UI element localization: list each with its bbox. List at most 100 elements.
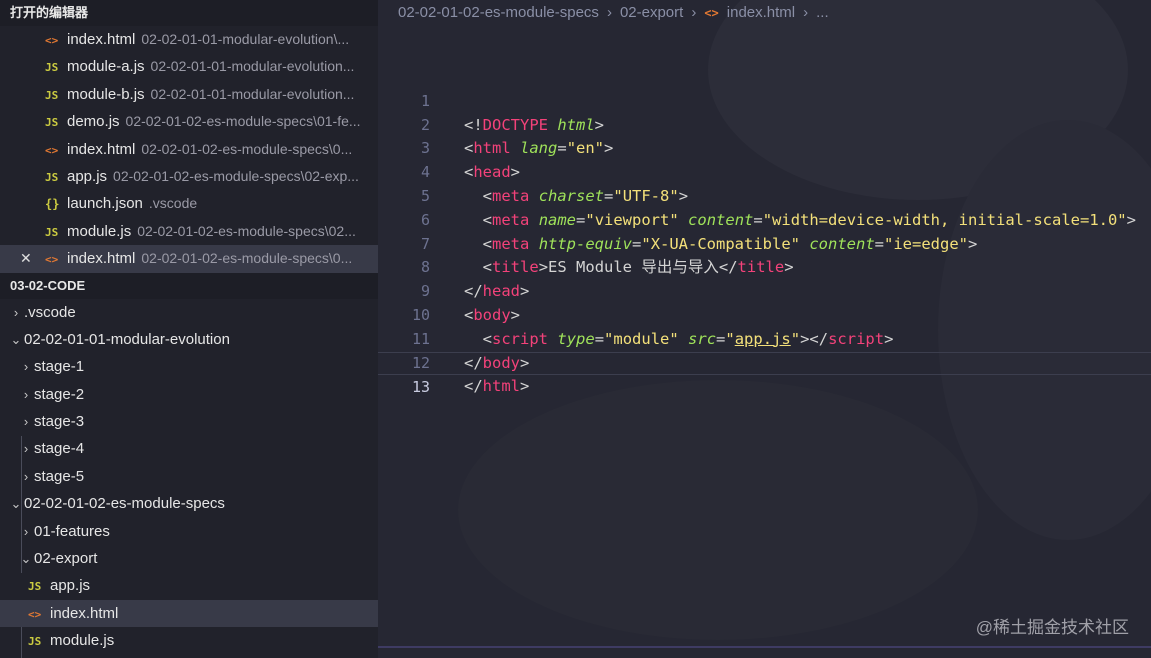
open-editor-name: index.html	[67, 31, 136, 48]
open-editor-item[interactable]: JS module-a.js 02-02-01-01-modular-evoluti…	[0, 53, 378, 80]
tree-folder-label: stage-5	[34, 467, 85, 485]
close-icon[interactable]: ✕	[20, 245, 32, 272]
json-file-icon: {}	[45, 197, 60, 212]
tree-folder-label: 02-02-01-02-es-module-specs	[24, 495, 225, 513]
tree-file-label: index.html	[50, 604, 119, 622]
code-line-current[interactable]: 13	[378, 351, 1151, 396]
open-editor-name: module-a.js	[67, 58, 145, 76]
tree-folder-label: stage-2	[34, 385, 85, 403]
tree-folder-label: .vscode	[24, 303, 76, 321]
tree-folder[interactable]: ⌄ 02-02-01-02-es-module-specs	[0, 490, 378, 517]
chevron-right-icon: ›	[23, 441, 29, 457]
open-editor-path: 02-02-01-02-es-module-specs\01-fe...	[125, 113, 361, 130]
open-editor-name: index.html	[67, 140, 136, 158]
tree-folder-label: 02-export	[34, 550, 98, 568]
open-editor-path: 02-02-01-02-es-module-specs\0...	[141, 250, 353, 267]
breadcrumb-folder[interactable]: 02-export	[620, 4, 683, 21]
panel-border	[378, 646, 1151, 648]
open-editor-path: 02-02-01-01-modular-evolution...	[150, 58, 355, 75]
chevron-down-icon: ⌄	[10, 496, 22, 512]
html-file-icon: <>	[45, 253, 59, 267]
open-editor-item[interactable]: {} launch.json .vscode	[0, 190, 378, 217]
open-editors-title: 打开的编辑器	[10, 5, 89, 20]
tree-folder[interactable]: › stage-2	[0, 381, 378, 408]
tree-folder[interactable]: › 01-features	[0, 518, 378, 545]
open-editor-item[interactable]: JS module-b.js 02-02-01-01-modular-evoluti…	[0, 81, 378, 108]
open-editor-path: 02-02-01-02-es-module-specs\02...	[137, 222, 356, 239]
code-line: 5 <meta name="viewport" content="width=d…	[378, 161, 1151, 229]
js-file-icon: JS	[28, 635, 42, 649]
tree-file-label: module.js	[50, 632, 115, 650]
tree-folder-label: stage-4	[34, 440, 85, 458]
code-line: 7 <title>ES Module 导出与导入</title>	[378, 209, 1151, 277]
open-editor-item[interactable]: JS demo.js 02-02-01-02-es-module-specs\01-…	[0, 108, 378, 135]
tree-folder[interactable]: ⌄ 02-export	[0, 545, 378, 572]
code-line: 12 </html>	[378, 328, 1151, 396]
open-editor-path: 02-02-01-01-modular-evolution...	[150, 85, 355, 102]
breadcrumb-folder[interactable]: 02-02-01-02-es-module-specs	[398, 4, 599, 21]
editor-pane[interactable]: 02-02-01-02-es-module-specs › 02-export › <>…	[378, 0, 1151, 658]
chevron-down-icon: ⌄	[10, 331, 22, 347]
tree-file-label: app.js	[50, 577, 91, 595]
tree-folder[interactable]: › stage-1	[0, 353, 378, 380]
code-line: 6 <meta http-equiv="X-UA-Compatible" con…	[378, 185, 1151, 253]
tree-file-active[interactable]: <> index.html	[0, 599, 378, 628]
js-file-icon: JS	[45, 61, 59, 75]
js-file-icon: JS	[45, 225, 59, 239]
code-line: 2 <html lang="en">	[378, 90, 1151, 158]
js-file-icon: JS	[45, 170, 59, 184]
workspace-header[interactable]: 03-02-CODE	[0, 272, 378, 299]
open-editor-path: 02-02-01-02-es-module-specs\0...	[141, 140, 353, 157]
watermark: @稀土掘金技术社区	[975, 618, 1129, 637]
line-number: 13	[411, 378, 430, 397]
open-editor-item[interactable]: JS app.js 02-02-01-02-es-module-specs\02-e…	[0, 163, 378, 190]
tree-folder[interactable]: › stage-4	[0, 435, 378, 462]
chevron-down-icon: ⌄	[20, 551, 32, 567]
tree-file[interactable]: JS app.js	[0, 572, 378, 599]
code-line: 4 <meta charset="UTF-8">	[378, 137, 1151, 205]
open-editor-item-active[interactable]: ✕ <> index.html 02-02-01-02-es-module-spec…	[0, 245, 378, 273]
open-editor-name: index.html	[67, 250, 136, 268]
open-editor-name: module-b.js	[67, 85, 145, 103]
explorer-sidebar: 打开的编辑器 <> index.html 02-02-01-01-modular-e…	[0, 0, 378, 658]
js-file-icon: JS	[28, 580, 42, 594]
open-editor-name: app.js	[67, 167, 108, 185]
workspace-title: 03-02-CODE	[10, 277, 86, 293]
tree-folder-label: 01-features	[34, 522, 110, 540]
breadcrumb: 02-02-01-02-es-module-specs › 02-export › <>…	[398, 0, 829, 26]
open-editor-item[interactable]: <> index.html 02-02-01-02-es-module-specs\…	[0, 136, 378, 163]
tree-folder-label: stage-3	[34, 413, 85, 431]
code-line: 3 <head>	[378, 114, 1151, 181]
code-line: 10 <script type="module" src="app.js"></…	[378, 280, 1151, 348]
open-editor-path: 02-02-01-01-modular-evolution\...	[141, 31, 350, 47]
chevron-right-icon: ›	[23, 414, 29, 430]
html-file-icon: <>	[45, 34, 59, 47]
chevron-right-icon: ›	[606, 4, 612, 21]
breadcrumb-file[interactable]: index.html	[727, 4, 795, 21]
tree-file[interactable]: JS module.js	[0, 627, 378, 654]
open-editor-name: demo.js	[67, 113, 120, 131]
tree-folder[interactable]: › stage-5	[0, 463, 378, 490]
html-file-icon: <>	[45, 143, 59, 157]
code-line: 11 </body>	[378, 304, 1151, 372]
vscode-window: 打开的编辑器 <> index.html 02-02-01-01-modular-e…	[0, 0, 1151, 658]
tree-folder[interactable]: › .vscode	[0, 299, 378, 326]
chevron-right-icon: ›	[23, 468, 29, 484]
open-editor-path: 02-02-01-02-es-module-specs\02-exp...	[113, 167, 359, 184]
code-line: 8 </head>	[378, 233, 1151, 300]
open-editor-item[interactable]: JS module.js 02-02-01-02-es-module-specs\0…	[0, 218, 378, 245]
js-file-icon: JS	[45, 116, 59, 130]
code-line: 9 <body>	[378, 256, 1151, 324]
tree-folder-label: stage-1	[34, 358, 85, 376]
chevron-right-icon: ›	[13, 304, 19, 320]
tree-folder[interactable]: ⌄ 02-02-01-01-modular-evolution	[0, 326, 378, 353]
open-editors-header[interactable]: 打开的编辑器	[0, 0, 378, 26]
open-editor-name: launch.json	[67, 195, 143, 213]
file-tree: › .vscode ⌄ 02-02-01-01-modular-evolution …	[0, 299, 378, 658]
open-editor-item[interactable]: <> index.html 02-02-01-01-modular-evolutio…	[0, 26, 378, 53]
tree-folder[interactable]: › stage-3	[0, 408, 378, 435]
code-editor[interactable]: 1 <!DOCTYPE html> 2 <html lang="en"> 3 <…	[378, 66, 1151, 396]
chevron-right-icon: ›	[23, 523, 29, 539]
breadcrumb-more[interactable]: ...	[816, 4, 829, 21]
chevron-right-icon: ›	[691, 4, 697, 21]
